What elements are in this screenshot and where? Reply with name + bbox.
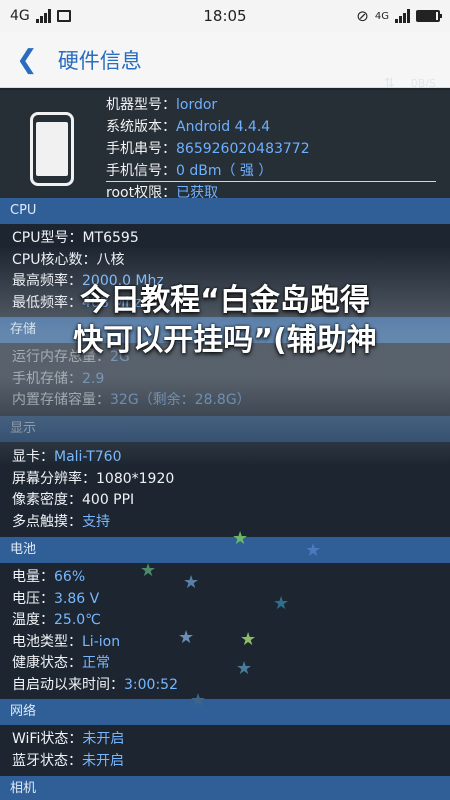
cpu-info-row: CPU核心数：八核 [12,250,450,272]
info-key: 像素密度： [12,492,82,508]
battery-info-row: 温度：25.0℃ [12,610,450,632]
info-value: 400 PPI [82,492,135,508]
info-key: 手机串号： [106,141,176,157]
device-info-row: 手机信号：0 dBm（ 强 ） [106,160,436,182]
info-value: 未开启 [82,731,125,747]
info-key: 电量： [12,569,54,585]
info-value: 未开启 [82,752,124,769]
battery-info-row: 自启动以来时间：3:00:52 [12,675,450,697]
section-display-title: 显示 [0,416,450,442]
info-value: 3.86 V [54,590,100,607]
info-key: CPU型号： [12,230,83,246]
info-value: 32G（剩余：28.8G） [110,392,251,408]
info-value: 66% [54,569,86,585]
display-info-list: 显卡：Mali-T760 屏幕分辨率：1080*1920 像素密度：400 PPI 多… [0,447,450,533]
info-value: 正常 [82,655,110,671]
info-value: 八核 [96,251,125,268]
info-key: CPU核心数： [12,251,97,268]
info-value: lordor [176,97,218,113]
section-camera-title: 相机 [0,776,450,800]
overlay-headline-line2: 快可以开挂吗”(辅助神 [73,323,377,358]
overlay-headline: 今日教程“白金岛跑得 快可以开挂吗”(辅助神 [0,281,450,361]
phone-icon [30,112,74,186]
info-value: 3:00:52 [124,676,178,693]
info-value: 2.9 [82,370,105,387]
info-key: 屏幕分辨率： [12,470,96,487]
device-info-list: 机器型号：lordor 系统版本：Android 4.4.4 手机串号：865926… [106,94,436,204]
info-value: Android 4.4.4 [176,119,271,135]
info-value: 865926020483772 [176,141,310,157]
storage-info-row: 内置存储容量：32G（剩余：28.8G） [12,390,450,412]
display-info-row: 像素密度：400 PPI [12,490,450,512]
clock: 18:05 [203,7,247,25]
info-key: 多点触摸： [12,513,82,530]
network-info-list: WiFi状态：未开启 蓝牙状态：未开启 [0,729,450,772]
battery-info-row: 电量：66% [12,567,450,589]
status-bar: 4G 18:05 ⊘ 4G [0,0,450,32]
cpu-info-row: CPU型号：MT6595 [12,228,450,250]
section-network-title: 网络 [0,699,450,725]
battery-icon [416,10,442,22]
device-info-row: 机器型号：lordor [106,94,436,116]
battery-info-row: 电池类型：Li-ion [12,632,450,654]
network-info-row: WiFi状态：未开启 [12,729,450,751]
info-key: 蓝牙状态： [12,752,82,769]
info-key: 机器型号： [106,97,176,113]
info-key: 温度： [12,612,54,628]
section-battery-title: 电池 [0,537,450,563]
info-key: 系统版本： [106,119,176,135]
info-value: 支持 [82,513,110,530]
info-key: 手机信号： [106,163,176,179]
battery-info-list: 电量：66% 电压：3.86 V 温度：25.0℃ 电池类型：Li-ion 健康状态：正… [0,567,450,696]
storage-info-row: 手机存储：2.9 [12,369,450,391]
network-info-row: 蓝牙状态：未开启 [12,751,450,773]
overlay-headline-line1: 今日教程“白金岛跑得 [80,283,370,318]
device-info-row: 手机串号：865926020483772 [106,138,436,160]
info-key: 电池类型： [12,633,82,650]
info-value: 0 dBm（ 强 ） [176,163,273,179]
info-key: 手机存储： [12,370,82,387]
info-key: 显卡： [12,449,54,465]
display-info-row: 显卡：Mali-T760 [12,447,450,469]
battery-info-row: 电压：3.86 V [12,589,450,611]
up-down-arrows-icon: ⇅ [383,75,395,91]
info-key: 健康状态： [12,655,82,671]
info-value: MT6595 [82,230,139,246]
battery-info-row: 健康状态：正常 [12,653,450,675]
info-key: 电压： [12,590,54,607]
speed-value: 0B/S [410,76,436,90]
info-value: Li-ion [82,633,121,650]
info-value: 25.0℃ [54,612,101,628]
info-value: 1080*1920 [96,470,175,487]
device-summary: 机器型号：lordor 系统版本：Android 4.4.4 手机串号：865926… [0,90,450,206]
info-key: WiFi状态： [12,731,83,747]
info-key: 内置存储容量： [12,392,110,408]
display-info-row: 多点触摸：支持 [12,512,450,534]
info-key: 自启动以来时间： [12,676,124,693]
device-info-row: 系统版本：Android 4.4.4 [106,116,436,138]
info-value: Mali-T760 [54,449,122,465]
display-info-row: 屏幕分辨率：1080*1920 [12,469,450,491]
section-cpu-title: CPU [0,198,450,224]
